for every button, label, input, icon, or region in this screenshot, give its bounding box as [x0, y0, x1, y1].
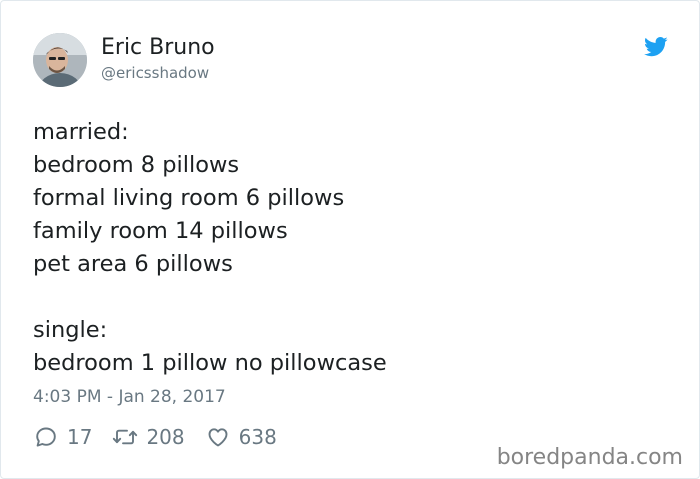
- like-count: 638: [238, 425, 277, 449]
- tweet-line: married:: [33, 119, 129, 145]
- tweet-line: formal living room 6 pillows: [33, 185, 345, 211]
- twitter-bird-icon[interactable]: [644, 37, 668, 57]
- tweet-line: bedroom 1 pillow no pillowcase: [33, 350, 387, 376]
- retweet-button[interactable]: 208: [112, 425, 185, 449]
- retweet-icon: [112, 425, 138, 449]
- tweet-line: pet area 6 pillows: [33, 251, 233, 277]
- reply-count: 17: [67, 425, 93, 449]
- author-name[interactable]: Eric Bruno: [101, 35, 215, 61]
- author-handle[interactable]: @ericsshadow: [101, 63, 209, 83]
- tweet-line: single:: [33, 317, 108, 343]
- like-button[interactable]: 638: [205, 425, 277, 449]
- tweet-line: bedroom 8 pillows: [33, 152, 240, 178]
- reply-button[interactable]: 17: [33, 425, 92, 449]
- tweet-line: family room 14 pillows: [33, 218, 288, 244]
- heart-icon: [205, 425, 231, 449]
- tweet-timestamp[interactable]: 4:03 PM - Jan 28, 2017: [33, 385, 226, 409]
- avatar[interactable]: [33, 33, 87, 87]
- tweet-actions: 17 208 638: [33, 423, 297, 451]
- retweet-count: 208: [146, 425, 185, 449]
- tweet-text: married: bedroom 8 pillows formal living…: [33, 116, 387, 380]
- profile-photo: [33, 33, 87, 87]
- tweet-card: Eric Bruno @ericsshadow married: bedroom…: [0, 0, 700, 479]
- boredpanda-watermark: boredpanda.com: [496, 445, 683, 470]
- reply-icon: [33, 425, 59, 449]
